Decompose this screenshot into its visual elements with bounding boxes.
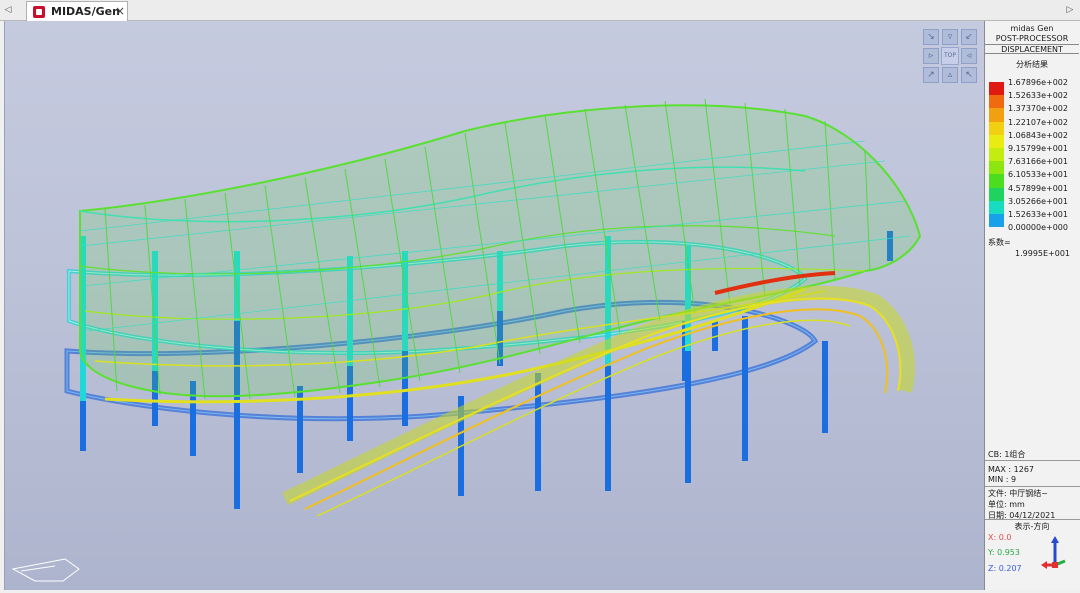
file-name: 文件: 中厅钢结~ bbox=[988, 489, 1048, 498]
legend-row: 7.63166e+001 bbox=[988, 155, 1080, 175]
midas-app-icon bbox=[33, 6, 45, 18]
divider bbox=[985, 486, 1080, 487]
legend-row: 1.67896e+002 bbox=[988, 76, 1080, 96]
legend-value: 1.06843e+002 bbox=[1008, 130, 1068, 140]
legend-value: 6.10533e+001 bbox=[1008, 170, 1068, 180]
contour-legend: 1.67896e+002 1.52633e+002 1.37370e+002 1.22… bbox=[988, 76, 1080, 234]
legend-caption: 分析结果 bbox=[1016, 60, 1048, 69]
legend-row: 0.00000e+000 bbox=[988, 221, 1080, 234]
app-name: midas Gen bbox=[1010, 24, 1054, 33]
legend-row: 1.37370e+002 bbox=[988, 102, 1080, 122]
min-node: MIN : 9 bbox=[988, 475, 1017, 484]
unit: 单位: mm bbox=[988, 500, 1025, 509]
legend-row: 1.22107e+002 bbox=[988, 116, 1080, 135]
axis-triad-icon bbox=[1041, 536, 1066, 569]
legend-value: 1.37370e+002 bbox=[1008, 104, 1068, 114]
legend-row: 6.10533e+001 bbox=[988, 168, 1080, 188]
midas-gen-window: ◁ MIDAS/Gen × ▷ ↘ ▿ ↙ ▹ TOP ◃ ↗ ▵ ↖ mida… bbox=[0, 0, 1080, 593]
load-combination: CB: 1组合 bbox=[988, 450, 1026, 459]
divider bbox=[985, 519, 1080, 520]
view-cube-edge-icon[interactable]: ▿ bbox=[942, 29, 958, 45]
legend-row: 1.52633e+002 bbox=[988, 89, 1080, 109]
view-cube-corner-icon[interactable]: ↖ bbox=[961, 67, 977, 83]
view-cube-corner-icon[interactable]: ↙ bbox=[961, 29, 977, 45]
legend-value: 1.52633e+002 bbox=[1008, 91, 1068, 101]
view-cube-edge-icon[interactable]: ◃ bbox=[961, 48, 977, 64]
scale-factor-value: 1.9995E+001 bbox=[1015, 249, 1071, 258]
legend-row: 1.52633e+001 bbox=[988, 208, 1080, 228]
legend-value: 3.05266e+001 bbox=[1008, 196, 1068, 206]
processor-mode: POST-PROCESSOR bbox=[995, 34, 1069, 43]
view-direction-x: X: 0.0 bbox=[988, 533, 1012, 542]
view-cube[interactable]: ↘ ▿ ↙ ▹ TOP ◃ ↗ ▵ ↖ bbox=[923, 29, 977, 83]
view-cube-top-face[interactable]: TOP bbox=[941, 47, 959, 65]
legend-row: 1.06843e+002 bbox=[988, 129, 1080, 148]
tab-scroll-left-icon[interactable]: ◁ bbox=[2, 3, 14, 17]
legend-row: 3.05266e+001 bbox=[988, 195, 1080, 214]
legend-value: 9.15799e+001 bbox=[1008, 143, 1068, 153]
legend-value: 4.57899e+001 bbox=[1008, 183, 1068, 193]
view-direction-title: 表示-方向 bbox=[1014, 522, 1050, 531]
result-type: DISPLACEMENT bbox=[985, 44, 1079, 54]
legend-row: 4.57899e+001 bbox=[988, 182, 1080, 201]
divider bbox=[985, 460, 1080, 461]
post-processor-panel: midas Gen POST-PROCESSOR DISPLACEMENT 分析… bbox=[984, 21, 1080, 590]
tab-scroll-right-icon[interactable]: ▷ bbox=[1064, 3, 1076, 17]
view-direction-y: Y: 0.953 bbox=[988, 548, 1020, 557]
displacement-model-view[interactable] bbox=[5, 21, 984, 590]
view-direction-z: Z: 0.207 bbox=[988, 564, 1022, 573]
legend-value: 1.67896e+002 bbox=[1008, 78, 1068, 87]
ground-plane-icon bbox=[11, 558, 80, 582]
document-tab-bar: ◁ MIDAS/Gen × ▷ bbox=[0, 0, 1080, 22]
view-cube-edge-icon[interactable]: ▹ bbox=[923, 48, 939, 64]
legend-value: 7.63166e+001 bbox=[1008, 157, 1068, 167]
legend-value: 0.00000e+000 bbox=[1008, 223, 1068, 233]
legend-row: 9.15799e+001 bbox=[988, 142, 1080, 162]
view-cube-edge-icon[interactable]: ▵ bbox=[942, 67, 958, 83]
view-cube-corner-icon[interactable]: ↘ bbox=[923, 29, 939, 45]
document-tab-midas-gen[interactable]: MIDAS/Gen × bbox=[26, 1, 128, 22]
legend-value: 1.52633e+001 bbox=[1008, 209, 1068, 219]
close-tab-icon[interactable]: × bbox=[115, 4, 125, 18]
scale-factor-label: 系数= bbox=[988, 238, 1011, 247]
max-node: MAX : 1267 bbox=[988, 465, 1034, 474]
document-tab-title: MIDAS/Gen bbox=[51, 5, 120, 18]
legend-value: 1.22107e+002 bbox=[1008, 117, 1068, 127]
view-cube-corner-icon[interactable]: ↗ bbox=[923, 67, 939, 83]
model-viewport[interactable]: ↘ ▿ ↙ ▹ TOP ◃ ↗ ▵ ↖ bbox=[4, 21, 984, 590]
